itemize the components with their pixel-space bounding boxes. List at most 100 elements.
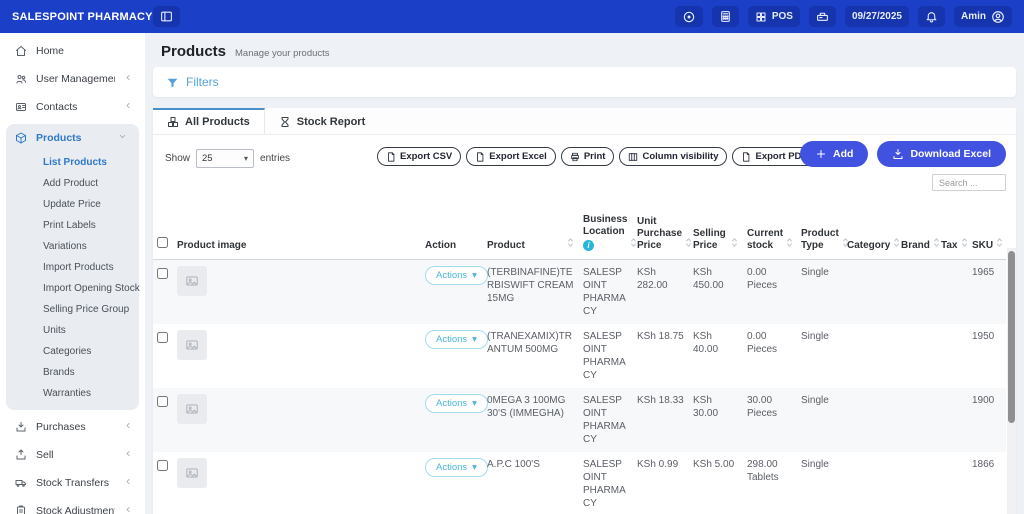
- calculator-button[interactable]: [712, 6, 739, 27]
- button-label: Export CSV: [400, 151, 452, 162]
- row-actions-button[interactable]: Actions▾: [425, 458, 488, 477]
- bell-icon: [925, 10, 938, 23]
- row-checkbox[interactable]: [157, 460, 168, 471]
- header-cell: Current stock: [747, 228, 793, 252]
- right-actions: Add Download Excel: [800, 141, 1006, 191]
- show-label: Show: [165, 153, 190, 164]
- sort-icon[interactable]: [684, 237, 693, 252]
- sidebar-item-units[interactable]: Units: [6, 320, 139, 341]
- row-checkbox[interactable]: [157, 268, 168, 279]
- sidebar-toggle-button[interactable]: [153, 6, 180, 27]
- main-content: Products Manage your products Filters Al…: [145, 33, 1024, 514]
- sort-icon[interactable]: [892, 237, 901, 252]
- tab-label: Stock Report: [297, 116, 365, 128]
- sidebar-item-update-price[interactable]: Update Price: [6, 194, 139, 215]
- cell-product: 0MEGA 3 100MG 30'S (IMMEGHA): [483, 388, 579, 452]
- column-label: Product image: [177, 240, 246, 251]
- scrollbar-thumb[interactable]: [1008, 251, 1015, 423]
- sort-icon[interactable]: [995, 237, 1004, 252]
- sidebar-item-print-labels[interactable]: Print Labels: [6, 215, 139, 236]
- print-button[interactable]: Print: [561, 147, 615, 166]
- sidebar-item-user-management[interactable]: User Management: [0, 65, 145, 93]
- export-csv-button[interactable]: Export CSV: [377, 147, 461, 166]
- clock-in-button[interactable]: [675, 6, 703, 27]
- sidebar-item-import-products[interactable]: Import Products: [6, 257, 139, 278]
- search-input[interactable]: [932, 174, 1006, 191]
- sidebar-item-brands[interactable]: Brands: [6, 362, 139, 383]
- filters-label: Filters: [186, 75, 219, 89]
- info-icon[interactable]: i: [583, 240, 594, 251]
- sidebar-item-add-product[interactable]: Add Product: [6, 173, 139, 194]
- cell-product-type: Single: [797, 324, 843, 388]
- header-cell: Product Type: [801, 228, 839, 252]
- column-visibility-button[interactable]: Column visibility: [619, 147, 727, 166]
- sidebar-item-home[interactable]: Home: [0, 37, 145, 65]
- circle-dot-icon: [682, 10, 696, 24]
- sidebar-item-label: Sell: [36, 449, 115, 461]
- products-card: All Products Stock Report Show 25 ▾ entri…: [153, 108, 1016, 514]
- add-product-button[interactable]: Add: [800, 141, 868, 167]
- sidebar-item-stock-transfers[interactable]: Stock Transfers: [0, 469, 145, 497]
- entries-select[interactable]: 25 ▾: [196, 149, 254, 168]
- table-row: Actions▾A.P.C 100'SSALESPOINT PHARMACYKS…: [153, 452, 1006, 514]
- sidebar-item-import-opening-stock[interactable]: Import Opening Stock: [6, 278, 139, 299]
- file-icon: [475, 152, 485, 162]
- chevron-down-icon: [118, 132, 127, 144]
- filters-panel[interactable]: Filters: [153, 67, 1016, 97]
- cell-category: [843, 452, 897, 514]
- sidebar-item-sell[interactable]: Sell: [0, 441, 145, 469]
- file-icon: [741, 152, 751, 162]
- select-all-checkbox[interactable]: [157, 237, 168, 248]
- sidebar-item-products[interactable]: Products: [6, 124, 139, 152]
- cell-sku: 1965: [968, 259, 1006, 324]
- product-image-placeholder: [177, 330, 207, 360]
- sort-icon[interactable]: [730, 237, 739, 252]
- sort-icon[interactable]: [785, 237, 794, 252]
- sidebar-item-contacts[interactable]: Contacts: [0, 93, 145, 121]
- column-label: Selling Price: [693, 228, 726, 251]
- cell-action: Actions▾: [421, 259, 483, 324]
- sidebar-item-variations[interactable]: Variations: [6, 236, 139, 257]
- export-excel-button[interactable]: Export Excel: [466, 147, 556, 166]
- sidebar-item-stock-adjustment[interactable]: Stock Adjustment: [0, 497, 145, 514]
- user-menu[interactable]: Amin: [954, 6, 1012, 27]
- sidebar-item-selling-price-group[interactable]: Selling Price Group: [6, 299, 139, 320]
- sort-icon[interactable]: [566, 237, 575, 252]
- row-actions-button[interactable]: Actions▾: [425, 266, 488, 285]
- entries-label: entries: [260, 153, 290, 164]
- chevron-left-icon: [124, 449, 133, 461]
- date-display[interactable]: 09/27/2025: [845, 6, 909, 27]
- sidebar-item-categories[interactable]: Categories: [6, 341, 139, 362]
- download-excel-button[interactable]: Download Excel: [877, 141, 1006, 167]
- cell-tax: [937, 259, 968, 324]
- home-icon: [15, 45, 27, 57]
- sidebar-item-label: Stock Transfers: [36, 477, 115, 489]
- column-label: Business Location: [583, 214, 627, 237]
- row-actions-button[interactable]: Actions▾: [425, 394, 488, 413]
- vertical-scrollbar[interactable]: [1007, 248, 1016, 514]
- table-row: Actions▾0MEGA 3 100MG 30'S (IMMEGHA)SALE…: [153, 388, 1006, 452]
- notifications-button[interactable]: [918, 6, 945, 27]
- sidebar-item-list-products[interactable]: List Products: [6, 152, 139, 173]
- sort-icon[interactable]: [960, 237, 969, 252]
- header-label-box: Product image: [177, 240, 246, 252]
- tab-stock-report[interactable]: Stock Report: [265, 108, 379, 134]
- sidebar-toggle-icon: [160, 10, 173, 23]
- cell-select: [153, 259, 173, 324]
- sidebar-item-purchases[interactable]: Purchases: [0, 413, 145, 441]
- pos-button[interactable]: POS: [748, 6, 800, 27]
- table-row: Actions▾(TERBINAFINE)TERBISWIFT CREAM 15…: [153, 259, 1006, 324]
- row-checkbox[interactable]: [157, 332, 168, 343]
- tab-all-products[interactable]: All Products: [153, 108, 265, 134]
- products-table-wrap: Product imageActionProductBusiness Locat…: [153, 210, 1006, 514]
- header-cell: Brand: [901, 237, 933, 252]
- cell-unit-purchase-price: KSh 18.75: [633, 324, 689, 388]
- cell-product: A.P.C 100'S: [483, 452, 579, 514]
- cash-register-button[interactable]: [809, 6, 836, 27]
- row-checkbox[interactable]: [157, 396, 168, 407]
- sort-icon[interactable]: [932, 237, 941, 252]
- row-actions-button[interactable]: Actions▾: [425, 330, 488, 349]
- page-subtitle: Manage your products: [235, 48, 330, 59]
- sidebar-item-warranties[interactable]: Warranties: [6, 383, 139, 404]
- cell-category: [843, 388, 897, 452]
